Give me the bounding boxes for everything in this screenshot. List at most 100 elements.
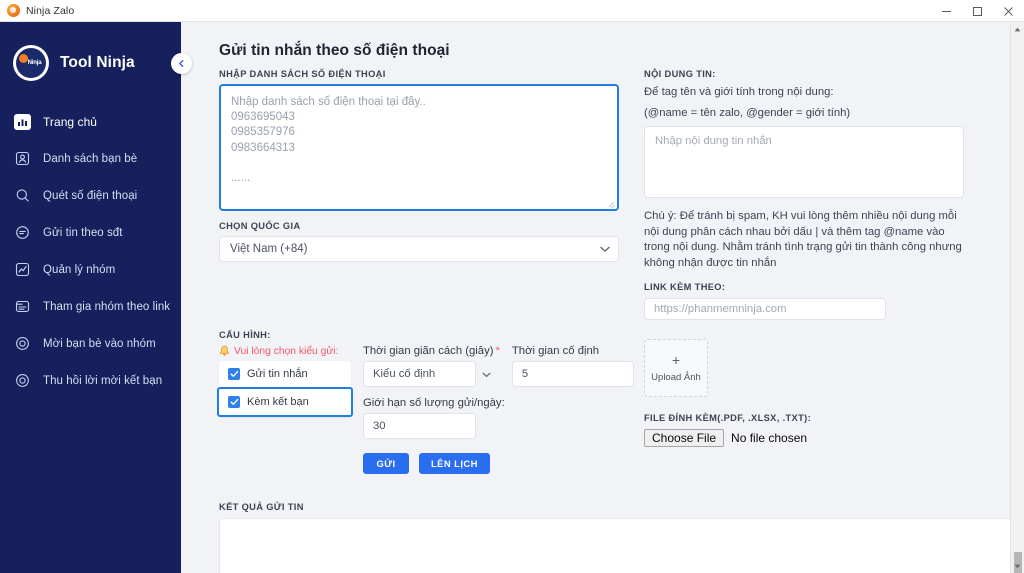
fixed-time-label: Thời gian cố định <box>511 345 600 357</box>
minimize-icon[interactable] <box>931 0 962 22</box>
attachment-status: No file chosen <box>731 431 808 446</box>
sidebar-item-label: Thu hồi lời mời kết bạn <box>43 374 163 387</box>
upload-image-button[interactable]: + Upload Ảnh <box>644 339 708 398</box>
sidebar-item-label: Mời bạn bè vào nhóm <box>43 337 156 350</box>
revoke-circle-icon <box>14 372 31 389</box>
sidebar-item-label: Tham gia nhóm theo link <box>43 300 171 313</box>
interval-field-group: Thời gian giãn cách (giây) * Kiểu cố định <box>363 345 500 387</box>
chart-line-icon <box>14 261 31 278</box>
phone-list-label: NHẬP DANH SÁCH SỐ ĐIỆN THOẠI <box>219 69 386 79</box>
interval-label: Thời gian giãn cách (giây) * <box>363 345 500 357</box>
scroll-up-icon[interactable] <box>1011 22 1024 36</box>
send-type-warning: Vui lòng chọn kiểu gửi: <box>219 345 351 357</box>
sidebar-item-danh-sach-ban-be[interactable]: Danh sách bạn bè <box>0 140 181 177</box>
brand-name: Tool Ninja <box>60 54 135 71</box>
country-label: CHỌN QUỐC GIA <box>219 221 301 231</box>
sidebar-collapse-button[interactable] <box>171 53 192 74</box>
option-kem-ket-ban[interactable]: Kèm kết bạn <box>217 387 353 417</box>
search-icon <box>14 187 31 204</box>
phone-list-field[interactable] <box>219 84 619 211</box>
ninja-logo-icon: Ninja <box>13 45 49 81</box>
send-type-options: Gửi tin nhắn Kèm kết bạn <box>217 361 353 417</box>
message-content-input[interactable] <box>644 126 964 198</box>
sidebar-item-label: Danh sách bạn bè <box>43 152 138 165</box>
ninja-app-icon <box>7 4 20 17</box>
chevron-down-icon <box>482 365 491 383</box>
timing-group: Thời gian giãn cách (giây) * Kiểu cố định <box>363 345 634 474</box>
group-link-icon <box>14 298 31 315</box>
send-type-group: Vui lòng chọn kiểu gửi: Gửi tin nhắn Kèm… <box>217 345 353 417</box>
interval-label-text: Thời gian giãn cách (giây) <box>363 345 494 357</box>
sidebar-item-label: Quản lý nhóm <box>43 263 116 276</box>
send-type-warning-text: Vui lòng chọn kiểu gửi: <box>234 345 339 357</box>
window-body: Ninja Tool Ninja Trang chủ Danh sách bạn… <box>0 22 1024 573</box>
country-field-group: CHỌN QUỐC GIA Việt Nam (+84) <box>219 221 619 262</box>
sidebar-item-tham-gia-nhom-theo-link[interactable]: Tham gia nhóm theo link <box>0 288 181 325</box>
interval-select[interactable]: Kiểu cố định <box>363 361 476 387</box>
daily-limit-label: Giới hạn số lượng gửi/ngày: <box>363 397 505 409</box>
page-scrollbar[interactable] <box>1010 22 1024 573</box>
message-hint-line2: (@name = tên zalo, @gender = giới tính) <box>644 106 851 119</box>
link-input[interactable] <box>644 298 886 321</box>
send-message-icon <box>14 224 31 241</box>
sidebar-item-label: Trang chủ <box>43 114 98 129</box>
close-icon[interactable] <box>993 0 1024 22</box>
application-window: Ninja Zalo Ninja Tool Ninja Trang chủ Da… <box>0 0 1024 573</box>
fixed-time-field-group: Thời gian cố định <box>511 345 634 387</box>
sidebar-item-quet-so-dien-thoai[interactable]: Quét số điện thoại <box>0 177 181 214</box>
option-label: Kèm kết bạn <box>247 396 309 408</box>
action-buttons: GỬI LÊN LỊCH <box>363 453 634 474</box>
invite-circle-icon <box>14 335 31 352</box>
results-panel <box>219 518 1014 573</box>
message-hint-line1: Để tag tên và giới tính trong nội dung: <box>644 86 834 98</box>
option-gui-tin-nhan[interactable]: Gửi tin nhắn <box>219 361 351 387</box>
window-controls <box>931 0 1024 22</box>
phone-list-input[interactable] <box>221 86 617 209</box>
config-section: CẤU HÌNH: Vui lòng chọn kiểu gửi: Gửi ti… <box>217 330 634 474</box>
fixed-time-input[interactable] <box>511 361 634 387</box>
sidebar-item-gui-tin-theo-sdt[interactable]: Gửi tin theo sđt <box>0 214 181 251</box>
maximize-icon[interactable] <box>962 0 993 22</box>
choose-file-button[interactable]: Choose File <box>644 429 725 448</box>
option-label: Gửi tin nhắn <box>247 368 308 380</box>
sidebar-item-thu-hoi-loi-moi-ket-ban[interactable]: Thu hồi lời mời kết bạn <box>0 362 181 399</box>
daily-limit-input[interactable] <box>363 413 476 439</box>
checkbox-checked-icon[interactable] <box>228 396 240 408</box>
country-select[interactable]: Việt Nam (+84) <box>219 236 619 262</box>
page-title: Gửi tin nhắn theo số điện thoại <box>219 42 450 59</box>
upload-image-label: Upload Ảnh <box>651 372 701 384</box>
config-title: CẤU HÌNH: <box>219 330 271 340</box>
contact-card-icon <box>14 150 31 167</box>
main-content: Gửi tin nhắn theo số điện thoại NHẬP DAN… <box>181 22 1024 573</box>
sidebar-item-moi-ban-be-vao-nhom[interactable]: Mời bạn bè vào nhóm <box>0 325 181 362</box>
window-titlebar: Ninja Zalo <box>0 0 1024 22</box>
results-section: KẾT QUẢ GỬI TIN <box>219 502 1024 573</box>
right-column: NỘI DUNG TIN: Để tag tên và giới tính tr… <box>644 69 964 474</box>
sidebar-nav: Trang chủ Danh sách bạn bè Quét số điện … <box>0 103 181 399</box>
send-button[interactable]: GỬI <box>363 453 409 474</box>
link-label: LINK KÈM THEO: <box>644 282 726 293</box>
results-label: KẾT QUẢ GỬI TIN <box>219 502 304 512</box>
message-content-label: NỘI DUNG TIN: <box>644 69 716 79</box>
chevron-left-icon <box>179 59 184 68</box>
sidebar-item-label: Gửi tin theo sđt <box>43 226 123 239</box>
attachment-field: Choose File No file chosen <box>644 429 964 448</box>
required-mark: * <box>495 345 500 357</box>
sidebar-item-quan-ly-nhom[interactable]: Quản lý nhóm <box>0 251 181 288</box>
left-column: NHẬP DANH SÁCH SỐ ĐIỆN THOẠI CHỌN QUỐC G… <box>201 69 634 474</box>
scroll-down-icon[interactable] <box>1011 559 1024 573</box>
sidebar-item-trang-chu[interactable]: Trang chủ <box>0 103 181 140</box>
sidebar-item-label: Quét số điện thoại <box>43 189 138 202</box>
daily-limit-field-group: Giới hạn số lượng gửi/ngày: <box>363 397 634 439</box>
logo-text: Ninja <box>27 60 42 66</box>
window-title: Ninja Zalo <box>26 4 75 17</box>
checkbox-checked-icon[interactable] <box>228 368 240 380</box>
plus-icon: + <box>671 352 681 369</box>
sidebar-brand: Ninja Tool Ninja <box>0 40 181 86</box>
sidebar: Ninja Tool Ninja Trang chủ Danh sách bạn… <box>0 22 192 573</box>
schedule-button[interactable]: LÊN LỊCH <box>419 453 490 474</box>
message-note: Chú ý: Để tránh bị spam, KH vui lòng thê… <box>644 210 962 269</box>
form-columns: NHẬP DANH SÁCH SỐ ĐIỆN THOẠI CHỌN QUỐC G… <box>201 69 1004 474</box>
dashboard-icon <box>14 113 31 130</box>
attachment-label: FILE ĐÍNH KÈM(.PDF, .XLSX, .TXT): <box>644 413 812 424</box>
